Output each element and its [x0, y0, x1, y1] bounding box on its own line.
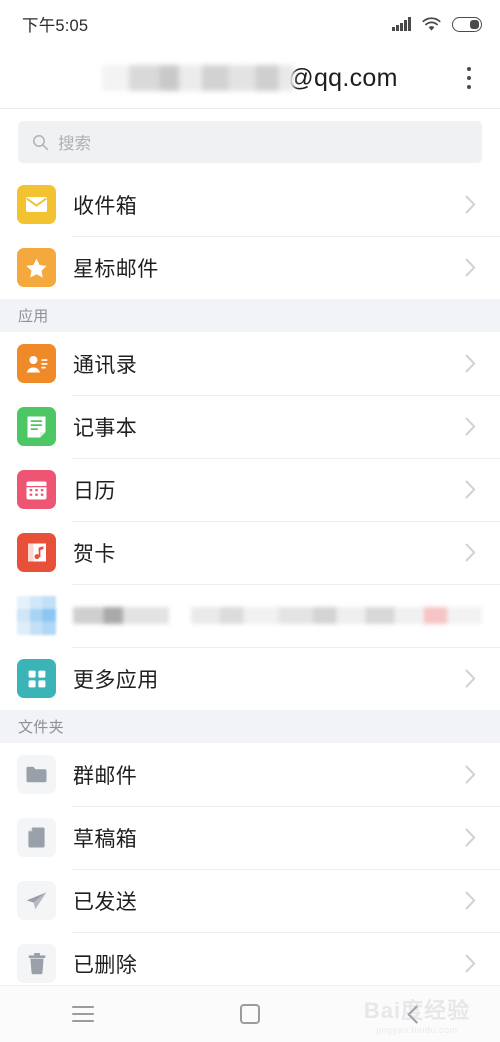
- star-icon: [17, 248, 56, 287]
- chevron-right-icon: [465, 480, 476, 499]
- list-item-label: 已删除: [73, 953, 138, 977]
- chevron-right-icon: [465, 258, 476, 277]
- search-input[interactable]: 搜索: [18, 121, 482, 163]
- section-header-apps: 应用: [0, 299, 500, 332]
- chevron-right-icon: [465, 765, 476, 784]
- document-icon: [17, 818, 56, 857]
- list-item-greeting-card[interactable]: 贺卡: [0, 521, 500, 584]
- list-item-redacted[interactable]: [0, 584, 500, 647]
- list-item-inbox[interactable]: 收件箱: [0, 173, 500, 236]
- back-chevron-icon: [407, 1004, 426, 1024]
- search-icon: [33, 134, 49, 150]
- folder-icon: [17, 755, 56, 794]
- chevron-right-icon: [465, 195, 476, 214]
- menu-icon: [72, 1006, 95, 1022]
- account-username-redacted: [102, 65, 295, 91]
- list-item-drafts[interactable]: 草稿箱: [0, 806, 500, 869]
- chevron-right-icon: [465, 543, 476, 562]
- chevron-right-icon: [465, 354, 476, 373]
- battery-icon: [452, 16, 482, 32]
- grid-apps-icon: [17, 659, 56, 698]
- status-bar: 下午5:05: [0, 0, 500, 48]
- list-item-label: 通讯录: [73, 353, 138, 377]
- calendar-icon: [17, 470, 56, 509]
- status-icons: [392, 16, 482, 32]
- home-square-icon: [240, 1004, 260, 1024]
- list-item-sent[interactable]: 已发送: [0, 869, 500, 932]
- trash-icon: [17, 944, 56, 983]
- search-container: 搜索: [0, 109, 500, 173]
- list-item-label: 贺卡: [73, 542, 116, 566]
- chevron-right-icon: [465, 828, 476, 847]
- search-placeholder: 搜索: [58, 135, 91, 153]
- list-item-label: 星标邮件: [73, 257, 159, 281]
- list-item-label: 群邮件: [73, 764, 138, 788]
- list-item-label: 草稿箱: [73, 827, 138, 851]
- chevron-right-icon: [465, 669, 476, 688]
- section-label: 应用: [18, 308, 49, 325]
- section-header-folders: 文件夹: [0, 710, 500, 743]
- chevron-right-icon: [465, 417, 476, 436]
- redacted-app-icon: [17, 596, 56, 635]
- nav-back-button[interactable]: [333, 986, 500, 1042]
- list-item-notepad[interactable]: 记事本: [0, 395, 500, 458]
- redacted-label: [73, 607, 169, 624]
- paper-plane-icon: [17, 881, 56, 920]
- list-item-label: 日历: [73, 479, 116, 503]
- list-item-label: 已发送: [73, 890, 138, 914]
- kebab-menu-icon[interactable]: [454, 61, 484, 95]
- redacted-detail: [191, 607, 482, 624]
- list-item-starred[interactable]: 星标邮件: [0, 236, 500, 299]
- envelope-icon: [17, 185, 56, 224]
- list-item-group-mail[interactable]: 群邮件: [0, 743, 500, 806]
- signal-bars-icon: [392, 17, 411, 31]
- list-item-label: 更多应用: [73, 668, 159, 692]
- wifi-icon: [422, 16, 441, 31]
- account-domain: @qq.com: [288, 63, 398, 92]
- greeting-card-icon: [17, 533, 56, 572]
- contacts-icon: [17, 344, 56, 383]
- nav-home-button[interactable]: [167, 986, 334, 1042]
- section-label: 文件夹: [18, 719, 64, 736]
- android-nav-bar: Bai度经验 jingyan.baidu.com: [0, 985, 500, 1042]
- list-item-contacts[interactable]: 通讯录: [0, 332, 500, 395]
- notepad-icon: [17, 407, 56, 446]
- drawer-list: 收件箱 星标邮件 应用 通讯录 记事本 日历 贺卡 更多应用 文件夹 群邮件 草…: [0, 173, 500, 995]
- chevron-right-icon: [465, 954, 476, 973]
- account-title[interactable]: @qq.com: [102, 64, 397, 93]
- list-item-label: 记事本: [73, 416, 138, 440]
- list-item-calendar[interactable]: 日历: [0, 458, 500, 521]
- list-item-label: 收件箱: [73, 194, 138, 218]
- nav-menu-button[interactable]: [0, 986, 167, 1042]
- status-time: 下午5:05: [22, 17, 89, 35]
- chevron-right-icon: [465, 891, 476, 910]
- app-header: @qq.com: [0, 48, 500, 108]
- list-item-more-apps[interactable]: 更多应用: [0, 647, 500, 710]
